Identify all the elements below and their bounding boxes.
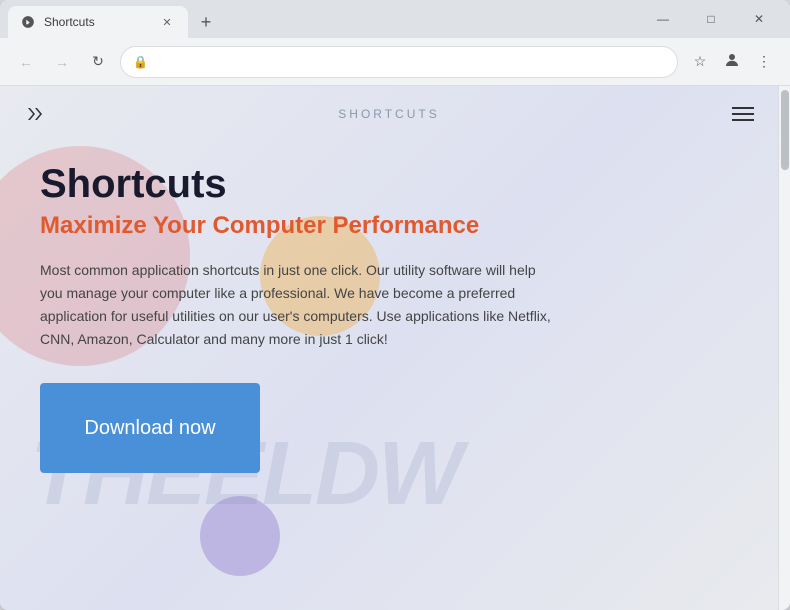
profile-button[interactable] bbox=[718, 48, 746, 76]
close-button[interactable]: ✕ bbox=[736, 6, 782, 32]
page-body: THEELDW SHORTCUTS bbox=[0, 86, 778, 610]
hamburger-line-3 bbox=[732, 119, 754, 121]
hero-description: Most common application shortcuts in jus… bbox=[40, 259, 560, 351]
title-bar: Shortcuts ✕ + — □ ✕ bbox=[0, 0, 790, 38]
new-tab-button[interactable]: + bbox=[192, 8, 220, 36]
window-controls: — □ ✕ bbox=[640, 6, 782, 32]
hamburger-menu[interactable] bbox=[732, 107, 754, 121]
hamburger-line-1 bbox=[732, 107, 754, 109]
site-nav: SHORTCUTS bbox=[0, 86, 778, 142]
tab-close-button[interactable]: ✕ bbox=[158, 13, 176, 31]
page-content: THEELDW SHORTCUTS bbox=[0, 86, 790, 610]
site-nav-title: SHORTCUTS bbox=[338, 107, 439, 121]
back-button[interactable]: ← bbox=[12, 48, 40, 76]
browser-tab[interactable]: Shortcuts ✕ bbox=[8, 6, 188, 38]
bookmark-button[interactable]: ☆ bbox=[686, 48, 714, 76]
maximize-button[interactable]: □ bbox=[688, 6, 734, 32]
address-actions: ☆ ⋮ bbox=[686, 48, 778, 76]
site-wrapper: THEELDW SHORTCUTS bbox=[0, 86, 778, 586]
forward-button[interactable]: → bbox=[48, 48, 76, 76]
minimize-button[interactable]: — bbox=[640, 6, 686, 32]
reload-button[interactable]: ↻ bbox=[84, 48, 112, 76]
hero-title: Shortcuts bbox=[40, 162, 738, 206]
address-bar: ← → ↻ 🔒 ☆ ⋮ bbox=[0, 38, 790, 86]
lock-icon: 🔒 bbox=[133, 55, 148, 69]
browser-window: Shortcuts ✕ + — □ ✕ ← → ↻ 🔒 ☆ bbox=[0, 0, 790, 610]
scrollbar-thumb[interactable] bbox=[781, 90, 789, 170]
logo-icon bbox=[24, 102, 48, 126]
hero-section: Shortcuts Maximize Your Computer Perform… bbox=[0, 142, 778, 513]
site-logo bbox=[24, 102, 48, 126]
download-button[interactable]: Download now bbox=[40, 383, 260, 473]
profile-icon bbox=[723, 51, 741, 72]
tab-title: Shortcuts bbox=[44, 15, 150, 29]
hero-subtitle: Maximize Your Computer Performance bbox=[40, 212, 738, 241]
scrollbar[interactable] bbox=[778, 86, 790, 610]
menu-button[interactable]: ⋮ bbox=[750, 48, 778, 76]
tab-favicon bbox=[20, 14, 36, 30]
address-input[interactable]: 🔒 bbox=[120, 46, 678, 78]
hamburger-line-2 bbox=[732, 113, 754, 115]
